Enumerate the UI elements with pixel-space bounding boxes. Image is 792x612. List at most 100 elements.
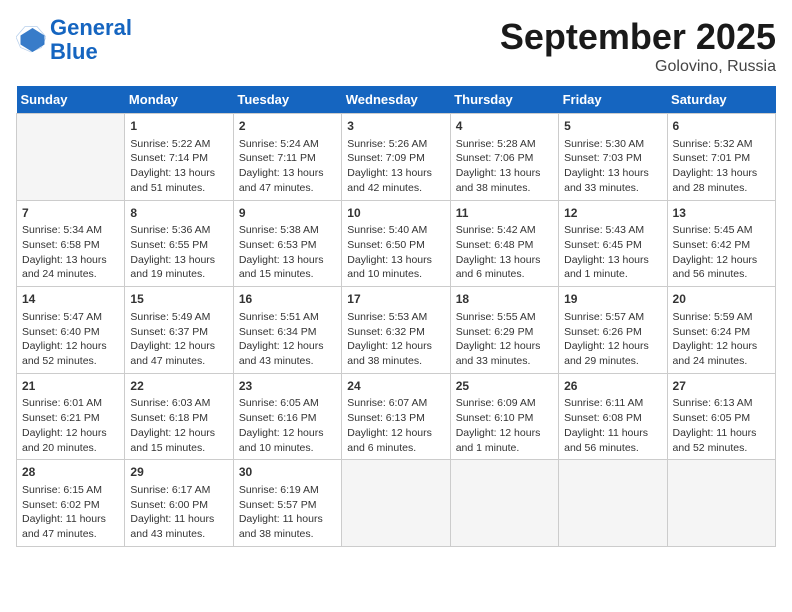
day-number: 28: [22, 464, 119, 481]
day-info-line: Daylight: 12 hours: [564, 339, 661, 354]
day-info-line: and 28 minutes.: [673, 181, 770, 196]
day-info-line: Sunrise: 5:43 AM: [564, 223, 661, 238]
day-info-line: Daylight: 13 hours: [564, 166, 661, 181]
day-info-line: Daylight: 11 hours: [239, 512, 336, 527]
day-info-line: Sunset: 6:58 PM: [22, 238, 119, 253]
day-info-line: Sunset: 6:48 PM: [456, 238, 553, 253]
calendar-cell: 25Sunrise: 6:09 AMSunset: 6:10 PMDayligh…: [450, 373, 558, 460]
day-info-line: Sunrise: 6:05 AM: [239, 396, 336, 411]
day-info-line: and 10 minutes.: [239, 441, 336, 456]
day-info-line: and 10 minutes.: [347, 267, 444, 282]
day-info-line: Sunset: 7:14 PM: [130, 151, 227, 166]
day-info-line: Daylight: 12 hours: [22, 426, 119, 441]
day-info-line: and 42 minutes.: [347, 181, 444, 196]
day-info-line: Sunset: 6:50 PM: [347, 238, 444, 253]
day-info-line: Sunrise: 5:26 AM: [347, 137, 444, 152]
day-number: 2: [239, 118, 336, 135]
day-info-line: Daylight: 13 hours: [673, 166, 770, 181]
day-info-line: Sunset: 6:10 PM: [456, 411, 553, 426]
day-info-line: Daylight: 13 hours: [239, 253, 336, 268]
day-info-line: and 38 minutes.: [239, 527, 336, 542]
day-info-line: Sunset: 7:11 PM: [239, 151, 336, 166]
day-info-line: Sunrise: 6:13 AM: [673, 396, 770, 411]
day-info-line: Sunrise: 5:34 AM: [22, 223, 119, 238]
day-info-line: Sunrise: 6:01 AM: [22, 396, 119, 411]
day-info-line: and 29 minutes.: [564, 354, 661, 369]
day-info-line: and 33 minutes.: [564, 181, 661, 196]
day-info-line: Daylight: 12 hours: [673, 253, 770, 268]
day-info-line: Sunrise: 5:24 AM: [239, 137, 336, 152]
day-number: 18: [456, 291, 553, 308]
location: Golovino, Russia: [500, 58, 776, 76]
calendar-cell: 20Sunrise: 5:59 AMSunset: 6:24 PMDayligh…: [667, 287, 775, 374]
day-info-line: Daylight: 13 hours: [347, 166, 444, 181]
day-number: 7: [22, 205, 119, 222]
day-info-line: Sunrise: 5:57 AM: [564, 310, 661, 325]
calendar-cell: 27Sunrise: 6:13 AMSunset: 6:05 PMDayligh…: [667, 373, 775, 460]
logo: General Blue: [16, 16, 132, 64]
day-number: 14: [22, 291, 119, 308]
day-info-line: Daylight: 12 hours: [239, 339, 336, 354]
day-info-line: Sunset: 6:05 PM: [673, 411, 770, 426]
calendar-cell: 1Sunrise: 5:22 AMSunset: 7:14 PMDaylight…: [125, 114, 233, 201]
day-number: 22: [130, 378, 227, 395]
calendar-cell: 19Sunrise: 5:57 AMSunset: 6:26 PMDayligh…: [559, 287, 667, 374]
calendar-cell: 13Sunrise: 5:45 AMSunset: 6:42 PMDayligh…: [667, 200, 775, 287]
calendar-cell: 23Sunrise: 6:05 AMSunset: 6:16 PMDayligh…: [233, 373, 341, 460]
day-info-line: and 15 minutes.: [239, 267, 336, 282]
day-info-line: Sunrise: 5:47 AM: [22, 310, 119, 325]
day-info-line: Daylight: 13 hours: [130, 166, 227, 181]
day-info-line: Daylight: 13 hours: [22, 253, 119, 268]
calendar-cell: 11Sunrise: 5:42 AMSunset: 6:48 PMDayligh…: [450, 200, 558, 287]
day-info-line: Sunrise: 5:40 AM: [347, 223, 444, 238]
calendar-cell: [342, 460, 450, 547]
day-info-line: Daylight: 12 hours: [239, 426, 336, 441]
calendar-cell: [559, 460, 667, 547]
calendar-cell: [450, 460, 558, 547]
day-info-line: Daylight: 13 hours: [456, 253, 553, 268]
day-info-line: Daylight: 13 hours: [347, 253, 444, 268]
day-info-line: Sunrise: 5:30 AM: [564, 137, 661, 152]
calendar-cell: 9Sunrise: 5:38 AMSunset: 6:53 PMDaylight…: [233, 200, 341, 287]
day-info-line: Sunset: 6:55 PM: [130, 238, 227, 253]
weekday-header-cell: Saturday: [667, 86, 775, 114]
day-number: 25: [456, 378, 553, 395]
calendar-cell: 18Sunrise: 5:55 AMSunset: 6:29 PMDayligh…: [450, 287, 558, 374]
day-info-line: Sunrise: 5:53 AM: [347, 310, 444, 325]
day-info-line: Daylight: 11 hours: [673, 426, 770, 441]
calendar-cell: 21Sunrise: 6:01 AMSunset: 6:21 PMDayligh…: [17, 373, 125, 460]
day-info-line: Sunrise: 6:11 AM: [564, 396, 661, 411]
day-info-line: Sunset: 6:40 PM: [22, 325, 119, 340]
day-info-line: and 1 minute.: [564, 267, 661, 282]
day-info-line: Daylight: 13 hours: [456, 166, 553, 181]
weekday-header-cell: Monday: [125, 86, 233, 114]
day-info-line: and 6 minutes.: [347, 441, 444, 456]
day-info-line: Sunrise: 6:03 AM: [130, 396, 227, 411]
day-info-line: Sunset: 6:02 PM: [22, 498, 119, 513]
day-info-line: Daylight: 11 hours: [22, 512, 119, 527]
day-info-line: Sunrise: 5:55 AM: [456, 310, 553, 325]
day-number: 13: [673, 205, 770, 222]
day-info-line: Daylight: 13 hours: [130, 253, 227, 268]
day-info-line: Sunset: 6:29 PM: [456, 325, 553, 340]
day-info-line: Daylight: 12 hours: [347, 339, 444, 354]
day-info-line: and 47 minutes.: [130, 354, 227, 369]
day-number: 4: [456, 118, 553, 135]
day-info-line: Daylight: 12 hours: [456, 426, 553, 441]
day-info-line: and 38 minutes.: [347, 354, 444, 369]
calendar-week-row: 7Sunrise: 5:34 AMSunset: 6:58 PMDaylight…: [17, 200, 776, 287]
calendar-cell: 3Sunrise: 5:26 AMSunset: 7:09 PMDaylight…: [342, 114, 450, 201]
day-info-line: and 56 minutes.: [673, 267, 770, 282]
weekday-header-cell: Friday: [559, 86, 667, 114]
day-info-line: and 47 minutes.: [22, 527, 119, 542]
day-info-line: Sunrise: 5:32 AM: [673, 137, 770, 152]
day-info-line: and 47 minutes.: [239, 181, 336, 196]
day-info-line: Sunrise: 6:19 AM: [239, 483, 336, 498]
day-info-line: and 20 minutes.: [22, 441, 119, 456]
weekday-header-cell: Sunday: [17, 86, 125, 114]
calendar-cell: 8Sunrise: 5:36 AMSunset: 6:55 PMDaylight…: [125, 200, 233, 287]
day-info-line: Sunset: 6:53 PM: [239, 238, 336, 253]
calendar-cell: 6Sunrise: 5:32 AMSunset: 7:01 PMDaylight…: [667, 114, 775, 201]
day-info-line: and 24 minutes.: [673, 354, 770, 369]
day-number: 5: [564, 118, 661, 135]
